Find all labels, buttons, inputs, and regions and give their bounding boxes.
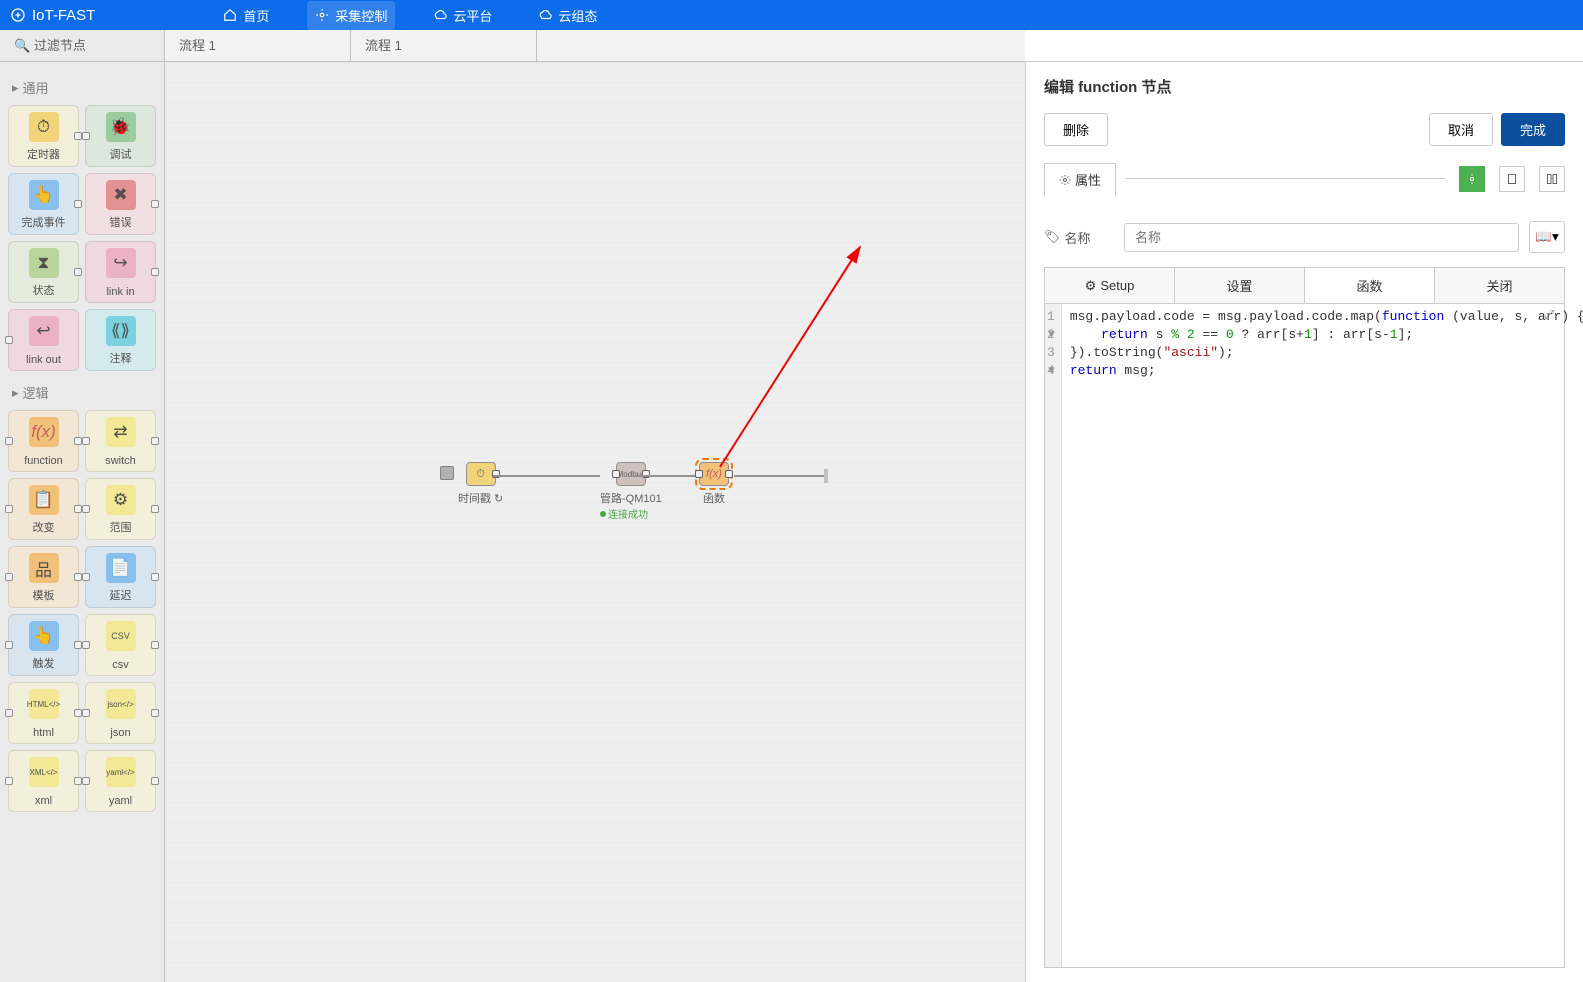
pnode-function[interactable]: f(x)function — [8, 410, 79, 472]
doc-icon — [1506, 173, 1518, 185]
collect-icon — [315, 8, 329, 22]
nav-home[interactable]: 首页 — [215, 1, 277, 30]
top-nav: IoT-FAST 首页 采集控制 云平台 云组态 — [0, 0, 1583, 30]
pnode-range[interactable]: ⚙范围 — [85, 478, 156, 540]
nav-items: 首页 采集控制 云平台 云组态 — [215, 1, 605, 30]
clock-icon: ⏱ — [476, 468, 485, 481]
inject-button-icon[interactable] — [440, 466, 454, 480]
palette-cat-logic[interactable]: ▸ 逻辑 — [4, 379, 160, 406]
enable-button[interactable] — [1459, 166, 1485, 192]
tab-setup[interactable]: ⚙ Setup — [1045, 268, 1175, 303]
layout-icon — [1546, 173, 1558, 185]
pnode-template[interactable]: 品模板 — [8, 546, 79, 608]
pnode-error[interactable]: ✖错误 — [85, 173, 156, 235]
pnode-linkin[interactable]: ↪link in — [85, 241, 156, 303]
pnode-trigger[interactable]: 👆触发 — [8, 614, 79, 676]
library-button[interactable]: 📖▾ — [1529, 221, 1565, 253]
modbus-icon: Modbus — [617, 470, 645, 479]
nav-cloud-label: 云平台 — [453, 6, 492, 25]
flow-node-label: 时间戳 — [458, 493, 491, 505]
gutter: 1 ▾ 2 3 ▾ 4 — [1045, 304, 1062, 967]
palette-cat-common[interactable]: ▸ 通用 — [4, 74, 160, 101]
nav-collect-label: 采集控制 — [335, 6, 387, 25]
pnode-json[interactable]: json</>json — [85, 682, 156, 744]
nav-home-label: 首页 — [243, 6, 269, 25]
panel-edge — [824, 469, 828, 483]
cloud-icon — [433, 8, 447, 22]
nav-cloud[interactable]: 云平台 — [425, 1, 500, 30]
panel-title: 编辑 function 节点 — [1044, 76, 1565, 97]
flow-canvas[interactable]: ⏱ 时间戳 ↻ Modbus 管路-QM101 连接成功 f(x) 函数 — [165, 62, 1025, 982]
tab-flow1b[interactable]: 流程 1 — [351, 30, 537, 61]
gear-icon — [1466, 173, 1478, 185]
pnode-xml[interactable]: XML</>xml — [8, 750, 79, 812]
tab-filter[interactable]: 🔍 过滤节点 — [0, 30, 165, 61]
code-editor[interactable]: 1 ▾ 2 3 ▾ 4 msg.payload.code = msg.paylo… — [1044, 304, 1565, 968]
home-icon — [223, 8, 237, 22]
pnode-html[interactable]: HTML</>html — [8, 682, 79, 744]
pnode-switch[interactable]: ⇄switch — [85, 410, 156, 472]
pnode-linkout[interactable]: ↩link out — [8, 309, 79, 371]
node-palette[interactable]: ▸ 通用 ⏱定时器 🐞调试 👆完成事件 ✖错误 ⧗状态 ↪link in ↩li… — [0, 62, 165, 982]
cancel-button[interactable]: 取消 — [1429, 113, 1493, 146]
pnode-delay[interactable]: 📄延迟 — [85, 546, 156, 608]
edit-panel: 编辑 function 节点 删除 取消 完成 属性 🏷 名称 📖▾ ⚙ Set — [1025, 62, 1583, 982]
wire — [734, 475, 824, 477]
layout-button[interactable] — [1539, 166, 1565, 192]
done-button[interactable]: 完成 — [1501, 113, 1565, 146]
tab-func[interactable]: 函数 — [1305, 268, 1435, 303]
pnode-comment[interactable]: ⟪⟫注释 — [85, 309, 156, 371]
app-name: IoT-FAST — [32, 7, 95, 24]
doc-button[interactable] — [1499, 166, 1525, 192]
nav-collect[interactable]: 采集控制 — [307, 1, 395, 30]
pnode-csv[interactable]: CSVcsv — [85, 614, 156, 676]
flow-node-function[interactable]: f(x) 函数 — [699, 462, 729, 506]
tab-close[interactable]: 关闭 — [1435, 268, 1564, 303]
pnode-timer[interactable]: ⏱定时器 — [8, 105, 79, 167]
name-input[interactable] — [1124, 223, 1519, 252]
code-area[interactable]: msg.payload.code = msg.payload.code.map(… — [1062, 304, 1583, 967]
name-label: 🏷 名称 — [1044, 228, 1114, 247]
wire — [493, 475, 600, 477]
flow-node-label: 管路-QM101 — [600, 493, 662, 505]
wire — [635, 475, 699, 477]
tabs-row: 🔍 过滤节点 流程 1 流程 1 — [0, 30, 1583, 62]
pnode-change[interactable]: 📋改变 — [8, 478, 79, 540]
prop-tab-properties[interactable]: 属性 — [1044, 163, 1116, 196]
config-icon — [538, 8, 552, 22]
pnode-status[interactable]: ⧗状态 — [8, 241, 79, 303]
gear-icon — [1059, 174, 1071, 186]
function-icon: f(x) — [706, 468, 722, 480]
pnode-yaml[interactable]: yaml</>yaml — [85, 750, 156, 812]
flow-node-label: 函数 — [703, 493, 725, 505]
tab-set[interactable]: 设置 — [1175, 268, 1305, 303]
pnode-debug[interactable]: 🐞调试 — [85, 105, 156, 167]
app-logo: IoT-FAST — [10, 7, 95, 24]
nav-config-label: 云组态 — [558, 6, 597, 25]
flow-node-modbus[interactable]: Modbus 管路-QM101 连接成功 — [600, 462, 662, 521]
expand-icon[interactable]: ⤢ — [1544, 308, 1558, 322]
flow-node-status: 连接成功 — [608, 506, 648, 521]
nav-config[interactable]: 云组态 — [530, 1, 605, 30]
code-tabs: ⚙ Setup 设置 函数 关闭 — [1044, 267, 1565, 304]
logo-icon — [10, 7, 26, 23]
tab-flow1[interactable]: 流程 1 — [165, 30, 351, 61]
delete-button[interactable]: 删除 — [1044, 113, 1108, 146]
pnode-complete[interactable]: 👆完成事件 — [8, 173, 79, 235]
flow-node-inject[interactable]: ⏱ 时间戳 ↻ — [458, 462, 503, 506]
